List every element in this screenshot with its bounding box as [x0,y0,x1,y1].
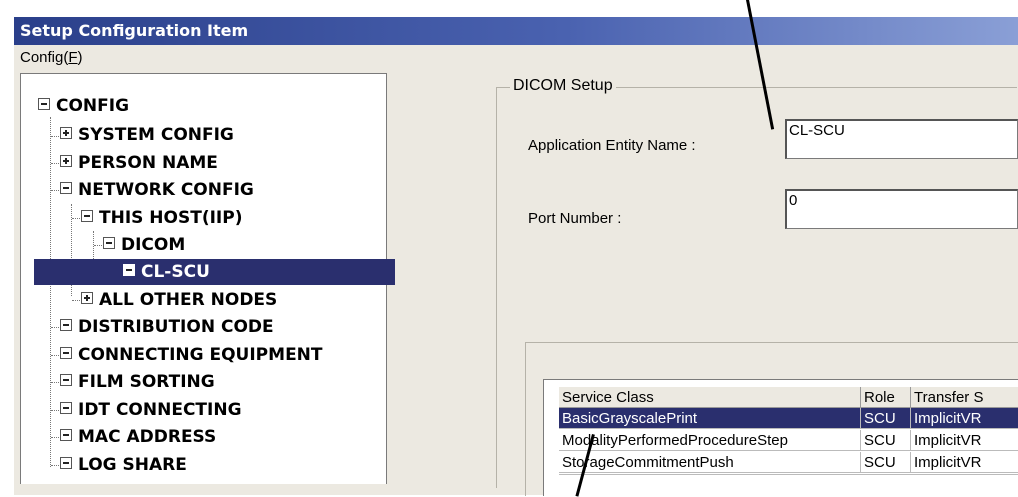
expand-icon[interactable] [81,292,93,304]
table-cell-transfer[interactable]: ImplicitVR [911,452,1018,473]
tree-item-this-host[interactable]: THIS HOST(IIP) [81,205,242,231]
collapse-icon[interactable] [60,347,72,359]
table-cell-transfer[interactable]: ImplicitVR [911,430,1018,451]
tree-item-label: DISTRIBUTION CODE [78,317,274,337]
tree-item-dicom[interactable]: DICOM [103,232,185,258]
tree-item-mac-address[interactable]: MAC ADDRESS [60,424,216,450]
collapse-icon[interactable] [38,98,50,110]
expand-icon[interactable] [60,127,72,139]
tree-item-network-config[interactable]: NETWORK CONFIG [60,177,254,203]
leaf-icon [123,264,135,276]
config-menu-accel: F [68,49,78,66]
tree-item-label: CONNECTING EQUIPMENT [78,345,323,365]
title-bar[interactable]: Setup Configuration Item [14,17,1018,45]
service-table[interactable]: Service Class Role Transfer S BasicGrays… [543,379,1018,497]
tree-item-label: NETWORK CONFIG [78,180,254,200]
tree-item-config[interactable]: CONFIG [38,93,129,119]
tree-item-all-other-nodes[interactable]: ALL OTHER NODES [81,287,277,313]
tree-item-label: CL-SCU [141,262,210,282]
ae-name-input[interactable]: CL-SCU [785,119,1018,159]
config-menu[interactable]: Config(F) [20,49,83,66]
collapse-icon[interactable] [103,237,115,249]
column-header-service-class[interactable]: Service Class [559,387,861,408]
table-cell-role[interactable]: SCU [861,452,911,473]
table-empty-row [559,474,1018,497]
tree-item-label: FILM SORTING [78,372,215,392]
collapse-icon[interactable] [60,457,72,469]
collapse-icon[interactable] [60,402,72,414]
tree-item-label: MAC ADDRESS [78,427,217,447]
tree-item-label: CONFIG [56,96,130,116]
tree-item-log-share[interactable]: LOG SHARE [60,452,187,478]
expand-icon[interactable] [60,155,72,167]
config-menu-prefix: Config( [20,49,69,66]
port-input[interactable]: 0 [785,189,1018,229]
collapse-icon[interactable] [60,319,72,331]
tree-item-label: ALL OTHER NODES [99,290,278,310]
collapse-icon[interactable] [60,374,72,386]
tree-item-idt-connecting[interactable]: IDT CONNECTING [60,397,242,423]
tree-item-cl-scu[interactable]: CL-SCU [34,259,395,285]
table-cell-service[interactable]: StorageCommitmentPush [559,452,861,473]
ae-name-label: Application Entity Name : [528,137,696,154]
collapse-icon[interactable] [60,429,72,441]
tree-item-label: PERSON NAME [78,153,218,173]
collapse-icon[interactable] [81,210,93,222]
tree-item-system-config[interactable]: SYSTEM CONFIG [60,122,234,148]
table-cell-role[interactable]: SCU [861,408,911,429]
menu-bar: Config(F) [14,47,1018,69]
tree-item-film-sorting[interactable]: FILM SORTING [60,369,215,395]
tree-item-label: SYSTEM CONFIG [78,125,234,145]
tree-item-connecting-equipment[interactable]: CONNECTING EQUIPMENT [60,342,323,368]
column-header-transfer-syntax[interactable]: Transfer S [911,387,1018,408]
table-cell-service[interactable]: BasicGrayscalePrint [559,408,861,429]
table-cell-service[interactable]: ModalityPerformedProcedureStep [559,430,861,451]
tree-item-label: LOG SHARE [78,455,187,475]
tree-item-distribution-code[interactable]: DISTRIBUTION CODE [60,314,274,340]
tree-item-person-name[interactable]: PERSON NAME [60,150,218,176]
window-title: Setup Configuration Item [20,21,249,40]
collapse-icon[interactable] [60,182,72,194]
tree-item-label: THIS HOST(IIP) [99,208,243,228]
tree-item-label: IDT CONNECTING [78,400,242,420]
tree-item-label: DICOM [121,235,186,255]
port-label: Port Number : [528,210,622,227]
table-cell-role[interactable]: SCU [861,430,911,451]
table-cell-transfer[interactable]: ImplicitVR [911,408,1018,429]
dicom-setup-label: DICOM Setup [510,77,616,95]
config-menu-suffix: ) [77,49,83,66]
column-header-role[interactable]: Role [861,387,911,408]
